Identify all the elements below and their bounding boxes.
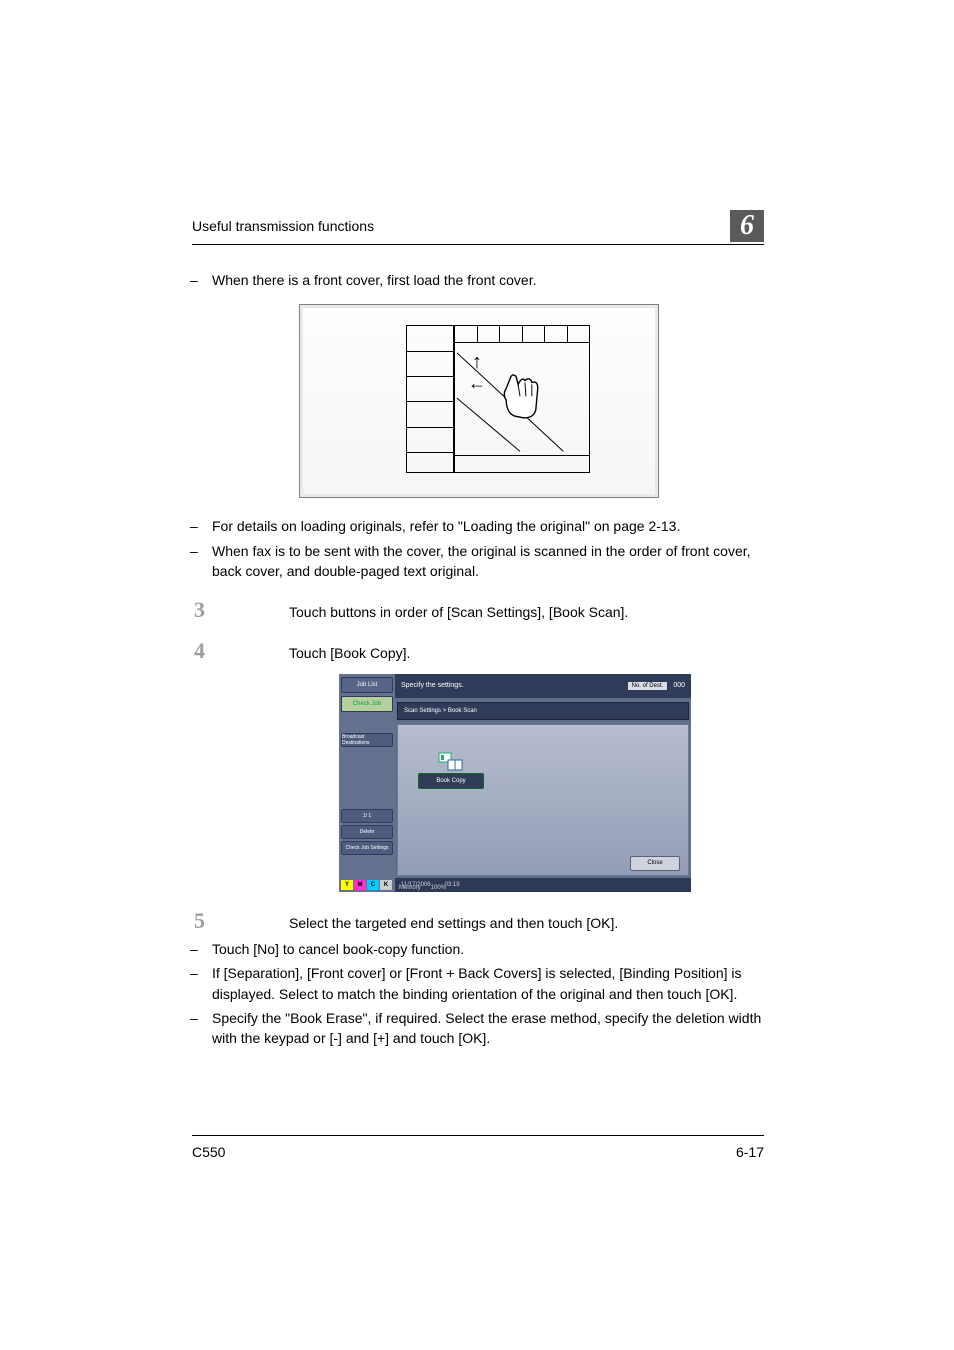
list-item: –For details on loading originals, refer… — [190, 516, 764, 536]
breadcrumb: Scan Settings > Book Scan — [397, 702, 689, 720]
dash-icon: – — [190, 270, 212, 290]
step-number: 3 — [190, 599, 289, 622]
book-copy-icon — [418, 751, 484, 773]
paper-stack-icon — [406, 325, 454, 473]
list-item: –Specify the "Book Erase", if required. … — [190, 1008, 764, 1049]
instruction-text: Specify the settings. — [401, 682, 464, 689]
running-header: Useful transmission functions 6 — [192, 210, 764, 245]
memory-value: 100% — [431, 885, 446, 891]
dest-count-label: No. of Dest. — [628, 682, 668, 690]
header-title: Useful transmission functions — [192, 218, 374, 234]
step-text: Select the targeted end settings and the… — [289, 910, 764, 933]
memory-label: Memory — [399, 885, 421, 891]
step-text: Touch buttons in order of [Scan Settings… — [289, 599, 764, 622]
step-number: 4 — [190, 640, 289, 663]
list-item: –Touch [No] to cancel book-copy function… — [190, 939, 764, 959]
step-4: 4 Touch [Book Copy]. — [190, 640, 764, 663]
delete-button[interactable]: Delete — [341, 825, 393, 839]
list-item: –If [Separation], [Front cover] or [Fron… — [190, 963, 764, 1004]
arrow-left-icon: ← — [468, 373, 486, 394]
screenshot-main-panel: Scan Settings > Book Scan Book Copy Clos… — [395, 698, 691, 878]
intro-bullet-list: –When there is a front cover, first load… — [190, 270, 764, 290]
book-copy-label: Book Copy — [418, 773, 484, 789]
close-button[interactable]: Close — [630, 856, 680, 871]
dash-icon: – — [190, 939, 212, 959]
toner-level-icon: Y M C K — [341, 880, 392, 890]
document-feeder-icon — [454, 325, 590, 471]
check-job-tab[interactable]: Check Job — [341, 696, 393, 712]
footer-page-number: 6-17 — [736, 1144, 764, 1160]
chapter-number-badge: 6 — [730, 210, 764, 242]
screenshot-instruction-bar: Specify the settings. No. of Dest. 000 — [395, 674, 691, 698]
body-content: –When there is a front cover, first load… — [190, 270, 764, 1049]
page-footer: C550 6-17 — [192, 1135, 764, 1160]
step-number: 5 — [190, 910, 289, 933]
screenshot-sidebar: Job List Check Job Broadcast Destination… — [339, 674, 395, 892]
job-list-tab[interactable]: Job List — [341, 677, 393, 693]
step-5: 5 Select the targeted end settings and t… — [190, 910, 764, 933]
dest-count-value: 000 — [673, 682, 685, 689]
document-page: Useful transmission functions 6 –When th… — [0, 0, 954, 1350]
status-time: 03:19 — [445, 882, 460, 888]
broadcast-destinations-button[interactable]: Broadcast Destinations — [341, 733, 393, 747]
step-text: Touch [Book Copy]. — [289, 640, 764, 663]
footer-model: C550 — [192, 1144, 225, 1160]
bottom-bullet-list: –Touch [No] to cancel book-copy function… — [190, 939, 764, 1048]
dash-icon: – — [190, 516, 212, 536]
list-item: –When there is a front cover, first load… — [190, 270, 764, 290]
mfp-touchscreen-screenshot: Job List Check Job Broadcast Destination… — [339, 674, 691, 892]
arrow-up-icon: ↑ — [472, 351, 482, 374]
step-3: 3 Touch buttons in order of [Scan Settin… — [190, 599, 764, 622]
dash-icon: – — [190, 963, 212, 1004]
list-item: –When fax is to be sent with the cover, … — [190, 541, 764, 582]
dash-icon: – — [190, 541, 212, 582]
dash-icon: – — [190, 1008, 212, 1049]
pager-indicator: 1/ 1 — [341, 809, 393, 823]
check-job-settings-button[interactable]: Check Job Settings — [341, 841, 393, 855]
mid-bullet-list: –For details on loading originals, refer… — [190, 516, 764, 581]
adf-loading-illustration: ↑ ← — [299, 304, 659, 498]
book-copy-button[interactable]: Book Copy — [418, 751, 484, 789]
